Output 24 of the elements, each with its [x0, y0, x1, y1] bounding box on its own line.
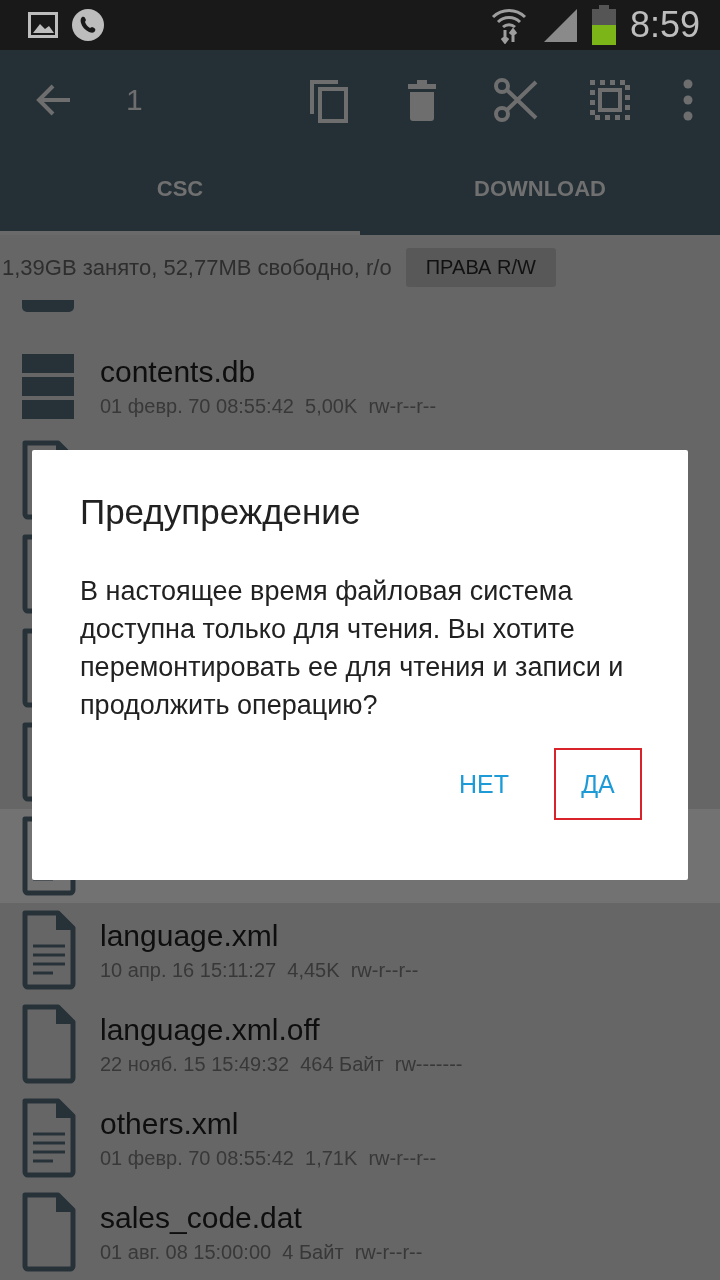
battery-icon — [591, 5, 616, 45]
dialog-title: Предупреждение — [80, 492, 362, 532]
storage-info: 1,39GB занято, 52,77MB свободно, r/o — [2, 254, 392, 281]
permissions-button[interactable]: ПРАВА R/W — [405, 248, 556, 287]
selection-count: 1 — [126, 83, 144, 117]
wifi-icon — [489, 6, 528, 44]
scissors-icon[interactable] — [492, 76, 540, 124]
file-name: language.xml.off — [100, 1012, 321, 1047]
phone-icon — [72, 9, 104, 41]
dialog-message: В настоящее время файловая система доступна только для чтения. Вы хотите перемонтировать ее для чтения и записи и продолжить операцию? — [80, 575, 625, 722]
file-icon — [20, 1192, 76, 1272]
dialog-button[interactable]: НЕТ — [440, 748, 528, 820]
image-icon — [28, 12, 58, 38]
file-icon — [20, 1004, 76, 1084]
file-name: others.xml — [100, 1106, 240, 1141]
back-arrow-icon[interactable] — [36, 84, 72, 116]
clock-time: 8:59 — [629, 4, 700, 46]
document-icon — [20, 1098, 76, 1178]
document-icon — [20, 910, 76, 990]
file-name: sales_code.dat — [100, 1200, 303, 1235]
dialog-button[interactable]: ДА — [554, 748, 642, 820]
file-name: language.xml — [100, 918, 280, 953]
folder-tab[interactable]: DOWNLOAD — [360, 150, 720, 235]
file-name: contents.db — [100, 354, 257, 389]
